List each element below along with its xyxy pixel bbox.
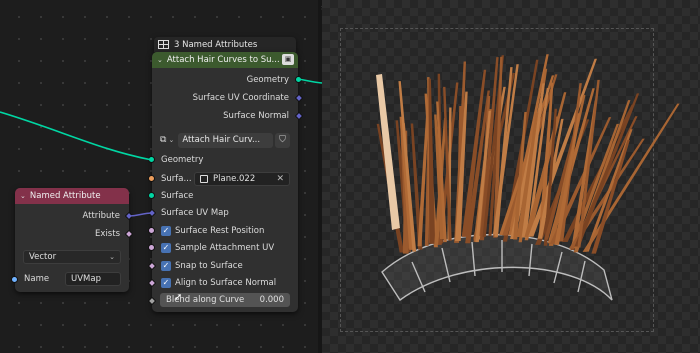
node-tree-icon[interactable]: ⧉ — [160, 135, 166, 145]
surface-rest-position-checkbox[interactable]: ✓ Surface Rest Position — [152, 223, 298, 239]
fake-user-shield-icon[interactable]: ⛉ — [275, 132, 290, 148]
table-icon — [158, 40, 169, 49]
node-group-selector[interactable]: ⧉ ⌄ Attach Hair Curv... ⛉ — [160, 132, 290, 148]
align-to-surface-normal-checkbox[interactable]: ✓ Align to Surface Normal — [152, 275, 298, 291]
input-surface-uv-map: Surface UV Map — [161, 208, 229, 218]
named-attributes-tag: 3 Named Attributes — [154, 37, 296, 52]
hair-render — [376, 54, 680, 302]
render-viewport[interactable] — [322, 0, 700, 353]
socket-geometry-in[interactable] — [148, 156, 155, 163]
dropdown-arrow-icon[interactable]: ⌄ — [168, 136, 174, 144]
chevron-down-icon[interactable]: ⌄ — [109, 253, 115, 261]
surface-object-field[interactable]: Plane.022 ✕ — [194, 172, 290, 186]
socket-surface-in[interactable] — [148, 192, 155, 199]
hair-strands — [376, 54, 680, 254]
clear-x-icon[interactable]: ✕ — [276, 174, 284, 184]
hair-strand-highlight — [376, 74, 400, 230]
snap-to-surface-checkbox[interactable]: ✓ Snap to Surface — [152, 258, 298, 274]
data-type-dropdown[interactable]: Vector ⌄ — [23, 250, 121, 264]
input-surface: Surface — [161, 191, 194, 201]
input-geometry: Geometry — [161, 155, 204, 165]
output-attribute: Attribute — [82, 211, 120, 221]
hair-strand — [428, 78, 436, 244]
attach-hair-curves-node[interactable]: ⌄ Attach Hair Curves to Su... ▣ Geometry… — [147, 52, 304, 312]
chevron-down-icon[interactable]: ⌄ — [157, 56, 163, 64]
attach-hair-curves-header[interactable]: ⌄ Attach Hair Curves to Su... — [152, 52, 298, 68]
checkmark-icon[interactable]: ✓ — [161, 243, 171, 253]
socket-surface-object-in[interactable] — [148, 175, 155, 182]
sample-attachment-uv-checkbox[interactable]: ✓ Sample Attachment UV — [152, 240, 298, 256]
named-attribute-title: Named Attribute — [29, 191, 101, 201]
socket-name-in[interactable] — [11, 276, 18, 283]
named-attribute-node[interactable]: ⌄ Named Attribute Attribute Exists Vecto… — [11, 188, 134, 292]
chevron-down-icon[interactable]: ⌄ — [20, 192, 26, 200]
node-group-icon[interactable]: ▣ — [282, 54, 294, 65]
checkmark-icon[interactable]: ✓ — [161, 278, 171, 288]
output-exists: Exists — [95, 229, 120, 239]
output-surface-uv-coordinate: Surface UV Coordinate — [192, 93, 289, 103]
mouse-cursor-icon: ➚ — [174, 292, 183, 303]
mesh-object-icon — [200, 175, 208, 183]
node-group-name[interactable]: Attach Hair Curv... — [182, 135, 260, 145]
attach-node-title: Attach Hair Curves to Su... — [166, 55, 280, 65]
attribute-name-field[interactable]: UVMap — [65, 272, 121, 286]
named-attributes-label: 3 Named Attributes — [174, 39, 258, 50]
socket-rest-position-in[interactable] — [148, 227, 155, 234]
socket-geometry-out[interactable] — [295, 76, 302, 83]
checkmark-icon[interactable]: ✓ — [161, 226, 171, 236]
output-geometry: Geometry — [246, 75, 289, 85]
checkmark-icon[interactable]: ✓ — [161, 261, 171, 271]
socket-sample-uv-in[interactable] — [148, 244, 155, 251]
output-surface-normal: Surface Normal — [223, 111, 289, 121]
named-attribute-header[interactable]: ⌄ Named Attribute — [15, 188, 129, 204]
